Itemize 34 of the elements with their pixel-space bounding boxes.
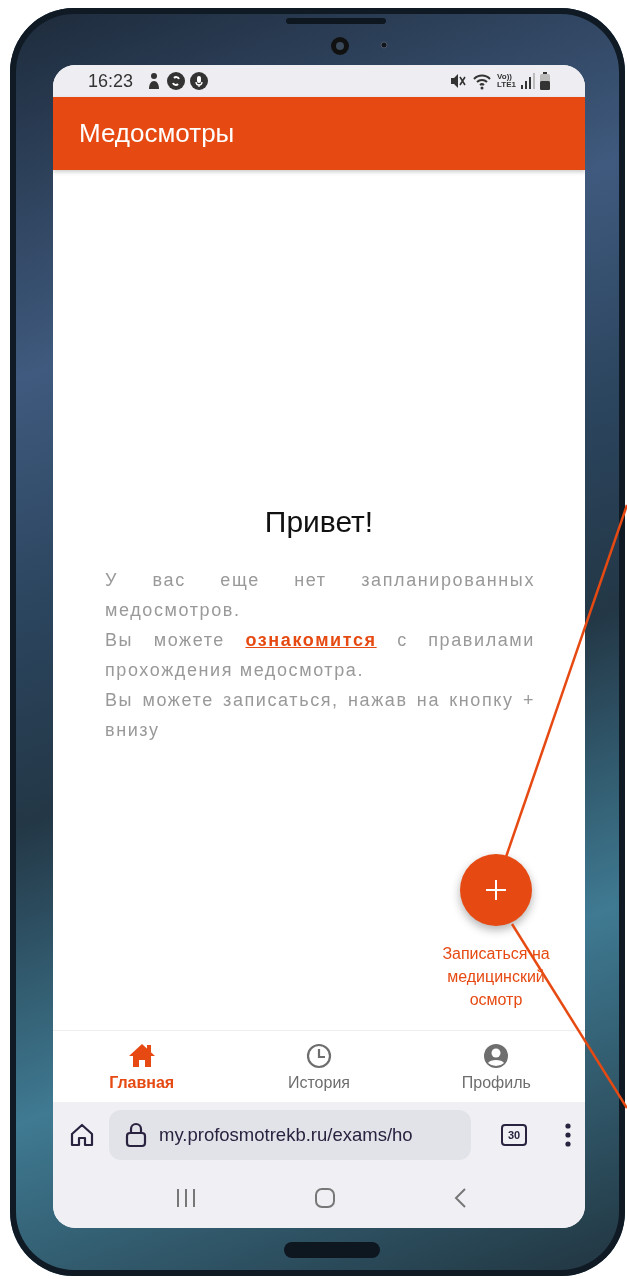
greeting-heading: Привет! — [263, 505, 375, 539]
address-bar[interactable]: my.profosmotrekb.ru/exams/ho — [109, 1110, 471, 1160]
clock-icon — [304, 1041, 334, 1070]
nav-tab[interactable]: Профиль — [407, 1031, 585, 1102]
network-label: LTE1 — [497, 81, 516, 89]
sensor-icon — [380, 41, 388, 49]
home-button-icon[interactable] — [314, 1187, 336, 1209]
mute-icon — [449, 72, 468, 90]
nav-tab[interactable]: Главная — [53, 1031, 231, 1102]
tabs-button[interactable]: 30 — [501, 1124, 527, 1146]
back-icon[interactable] — [452, 1187, 467, 1209]
info-text: Вы можете ознакомится с правилами прохождения медосмотра. — [105, 629, 535, 682]
rules-link[interactable]: ознакомится — [245, 630, 377, 650]
speaker-grille-icon — [286, 18, 386, 24]
swirl-icon — [167, 72, 186, 90]
recent-apps-icon[interactable] — [175, 1188, 198, 1208]
more-icon[interactable] — [565, 1123, 571, 1147]
bottom-bar-icon — [284, 1242, 380, 1258]
microphone-icon — [190, 72, 209, 90]
lock-icon — [125, 1122, 147, 1148]
app-title: Медосмотры — [79, 118, 235, 149]
volte-label: Vo)) — [497, 73, 512, 81]
status-time: 16:23 — [88, 70, 134, 92]
plus-icon — [485, 879, 507, 901]
home-icon[interactable] — [69, 1122, 95, 1148]
info-text: Вы можете записаться, нажав на кнопку + внизу — [105, 689, 535, 742]
camera-icon — [330, 36, 350, 56]
battery-icon — [540, 72, 550, 90]
wifi-icon — [472, 72, 493, 90]
add-button[interactable] — [460, 854, 532, 926]
info-text: У вас еще нет запланированных медосмотров. — [105, 569, 535, 622]
add-button-caption: Записаться на медицинский осмотр — [441, 944, 551, 1010]
nav-tab[interactable]: История — [230, 1031, 408, 1102]
signal-icon — [521, 73, 535, 89]
